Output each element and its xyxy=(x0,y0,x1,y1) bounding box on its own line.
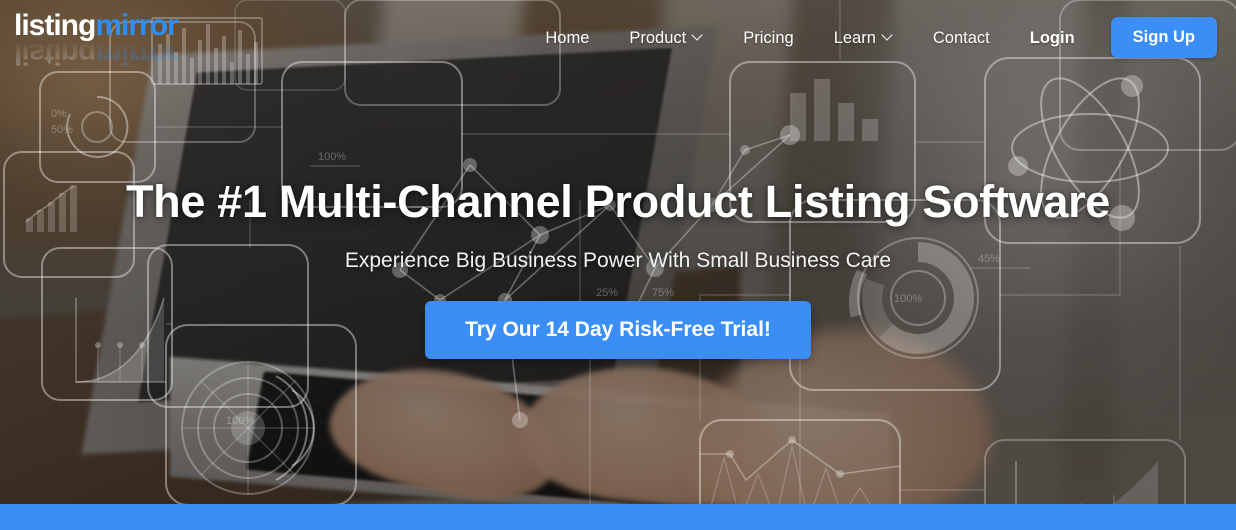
brand-logo-reflection: listingmirror xyxy=(14,37,178,70)
nav-item-label: Product xyxy=(629,28,687,47)
nav-item-label: Contact xyxy=(932,28,990,47)
nav-item-label: Pricing xyxy=(743,28,794,47)
site-header: listingmirror listingmirror Home Product… xyxy=(0,0,1236,74)
nav-item-learn[interactable]: Learn xyxy=(814,18,913,58)
bottom-accent-bar xyxy=(0,504,1236,530)
hero-headline: The #1 Multi-Channel Product Listing Sof… xyxy=(125,176,1111,227)
sign-up-button[interactable]: Sign Up xyxy=(1110,17,1217,58)
hero-section: The #1 Multi-Channel Product Listing Sof… xyxy=(0,0,1236,505)
nav-item-product[interactable]: Product xyxy=(609,18,723,58)
nav-item-label: Login xyxy=(1029,28,1075,47)
brand-logo-reflection-primary: listing xyxy=(14,37,96,70)
nav-item-login[interactable]: Login xyxy=(1010,18,1095,58)
chevron-down-icon xyxy=(883,31,893,41)
nav-item-home[interactable]: Home xyxy=(525,18,609,58)
nav-item-label: Learn xyxy=(833,28,876,47)
nav-item-pricing[interactable]: Pricing xyxy=(723,18,813,58)
brand-logo-reflection-secondary: mirror xyxy=(95,37,178,70)
brand-logo-text: listingmirror xyxy=(14,11,224,41)
main-navigation: Home Product Pricing Learn Contact Login… xyxy=(525,17,1217,58)
landing-page-hero: .fr { fill:none; stroke:rgba(255,255,255… xyxy=(0,0,1236,530)
chevron-down-icon xyxy=(693,31,703,41)
nav-item-contact[interactable]: Contact xyxy=(913,18,1010,58)
nav-item-label: Home xyxy=(545,28,590,47)
hero-subheadline: Experience Big Business Power With Small… xyxy=(344,249,892,272)
brand-logo[interactable]: listingmirror listingmirror xyxy=(14,11,224,71)
hero-cta-button[interactable]: Try Our 14 Day Risk-Free Trial! xyxy=(425,301,811,359)
